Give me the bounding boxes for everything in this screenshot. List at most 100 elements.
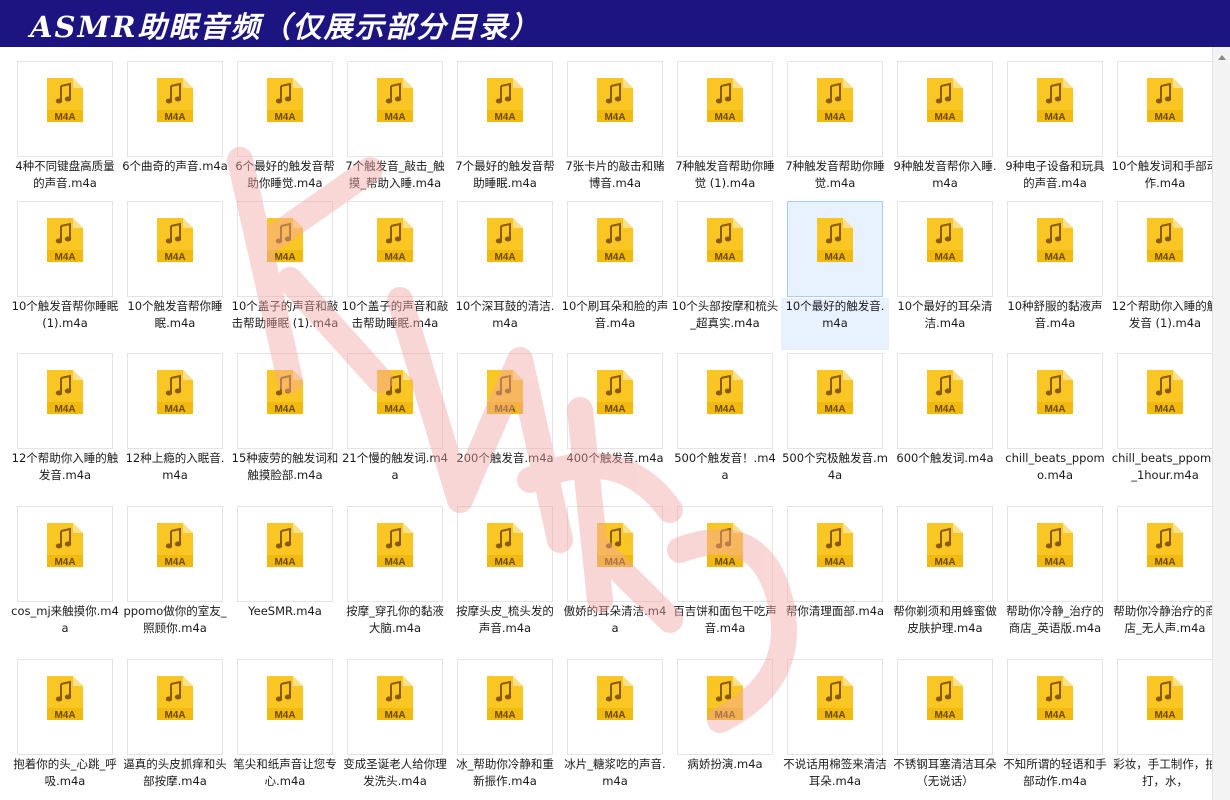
file-name[interactable]: 傲娇的耳朵清洁.m4a	[561, 603, 669, 655]
file-name[interactable]: 抱着你的头_心跳_呼吸.m4a	[11, 756, 119, 800]
file-item[interactable]: M4A 不知所谓的轻语和手部动作.m4a	[1003, 659, 1107, 800]
file-item[interactable]: M4A 帮助你冷静治疗的商店_无人声.m4a	[1113, 506, 1212, 656]
file-item[interactable]: M4A 400个触发音.m4a	[566, 353, 664, 503]
file-name[interactable]: 21个慢的触发词.m4a	[341, 450, 449, 502]
file-thumbnail[interactable]: M4A	[127, 201, 223, 297]
file-name[interactable]: 帮助你冷静_治疗的商店_英语版.m4a	[1001, 603, 1109, 655]
file-item[interactable]: M4A 10个头部按摩和梳头_超真实.m4a	[672, 201, 778, 351]
file-name[interactable]: 10个盖子的声音和敲击帮助睡眠.m4a	[341, 298, 449, 350]
file-thumbnail[interactable]: M4A	[1117, 659, 1212, 755]
file-name[interactable]: 按摩头皮_梳头发的声音.m4a	[451, 603, 559, 655]
file-thumbnail[interactable]: M4A	[127, 506, 223, 602]
file-name[interactable]: 不知所谓的轻语和手部动作.m4a	[1001, 756, 1109, 800]
file-item[interactable]: M4A 冰片_糖浆吃的声音.m4a	[564, 659, 666, 800]
file-thumbnail[interactable]: M4A	[457, 353, 553, 449]
file-item[interactable]: M4A 变成圣诞老人给你理发洗头.m4a	[343, 659, 447, 800]
file-name[interactable]: 逼真的头皮抓痒和头部按摩.m4a	[121, 756, 229, 800]
file-item[interactable]: M4A 不说话用棉签来清洁耳朵.m4a	[783, 659, 887, 800]
file-item[interactable]: M4A 笔尖和纸声音让您专心.m4a	[233, 659, 337, 800]
file-thumbnail[interactable]: M4A	[897, 506, 993, 602]
file-name[interactable]: 不说话用棉签来清洁耳朵.m4a	[781, 756, 889, 800]
file-thumbnail[interactable]: M4A	[1007, 659, 1103, 755]
file-item[interactable]: M4A 10个最好的耳朵清洁.m4a	[897, 201, 993, 351]
file-thumbnail[interactable]: M4A	[347, 506, 443, 602]
file-name[interactable]: 不锈钢耳塞清洁耳朵（无说话）	[891, 756, 999, 800]
file-thumbnail[interactable]: M4A	[897, 61, 993, 157]
file-thumbnail[interactable]: M4A	[677, 201, 773, 297]
file-thumbnail[interactable]: M4A	[17, 506, 113, 602]
file-name[interactable]: 500个究极触发音.m4a	[781, 450, 889, 502]
file-item[interactable]: M4A 9种电子设备和玩具的声音.m4a	[1005, 61, 1105, 211]
file-item[interactable]: M4A 7个最好的触发音帮助睡眠.m4a	[455, 61, 555, 211]
file-thumbnail[interactable]: M4A	[787, 353, 883, 449]
file-name[interactable]: 帮助你冷静治疗的商店_无人声.m4a	[1111, 603, 1212, 655]
file-name[interactable]: 笔尖和纸声音让您专心.m4a	[231, 756, 339, 800]
file-name[interactable]: 10个头部按摩和梳头_超真实.m4a	[671, 298, 779, 350]
file-thumbnail[interactable]: M4A	[677, 353, 773, 449]
file-name[interactable]: ppomo做你的室友_照顾你.m4a	[121, 603, 229, 655]
file-name[interactable]: 变成圣诞老人给你理发洗头.m4a	[341, 756, 449, 800]
file-name[interactable]: 10个盖子的声音和敲击帮助睡眠 (1).m4a	[231, 298, 339, 350]
file-grid[interactable]: M4A 4种不同键盘高质量的声音.m4a M4A 6个曲奇的声音.m4a M4A 6个最好…	[0, 47, 1212, 800]
file-item[interactable]: M4A 按摩头皮_梳头发的声音.m4a	[456, 506, 554, 656]
file-name[interactable]: 500个触发音！.m4a	[671, 450, 779, 502]
file-thumbnail[interactable]: M4A	[787, 659, 883, 755]
file-item[interactable]: M4A 21个慢的触发词.m4a	[342, 353, 448, 503]
file-thumbnail[interactable]: M4A	[17, 353, 113, 449]
file-name[interactable]: 15种疲劳的触发词和触摸脸部.m4a	[231, 450, 339, 502]
file-item[interactable]: M4A 逼真的头皮抓痒和头部按摩.m4a	[123, 659, 227, 800]
file-item[interactable]: M4A 10个最好的触发音.m4a	[781, 201, 889, 351]
file-thumbnail[interactable]: M4A	[1007, 201, 1103, 297]
file-name[interactable]: 10个触发音帮你睡眠 (1).m4a	[11, 298, 119, 350]
file-thumbnail[interactable]: M4A	[17, 201, 113, 297]
file-item[interactable]: M4A 7种触发音帮助你睡觉.m4a	[785, 61, 885, 211]
file-item[interactable]: M4A 200个触发音.m4a	[456, 353, 554, 503]
file-thumbnail[interactable]: M4A	[787, 201, 883, 297]
file-name[interactable]: 12种上瘾的入眠音.m4a	[121, 450, 229, 502]
file-name[interactable]: 10个最好的耳朵清洁.m4a	[891, 298, 999, 350]
file-thumbnail[interactable]: M4A	[1117, 201, 1212, 297]
file-item[interactable]: M4A 6个曲奇的声音.m4a	[122, 61, 228, 211]
file-name[interactable]: chill_beats_ppomo_1hour.m4a	[1111, 450, 1212, 502]
file-name[interactable]: 10个触发音帮你睡眠.m4a	[121, 298, 229, 350]
file-item[interactable]: M4A YeeSMR.m4a	[237, 506, 333, 656]
file-name[interactable]: 按摩_穿孔你的黏液大脑.m4a	[341, 603, 449, 655]
file-name[interactable]: 10种舒服的黏液声音.m4a	[1001, 298, 1109, 350]
file-thumbnail[interactable]: M4A	[1117, 506, 1212, 602]
file-thumbnail[interactable]: M4A	[457, 659, 553, 755]
file-name[interactable]: 600个触发词.m4a	[891, 450, 999, 502]
file-name[interactable]: 400个触发音.m4a	[561, 450, 669, 502]
file-item[interactable]: M4A 600个触发词.m4a	[896, 353, 994, 503]
file-thumbnail[interactable]: M4A	[677, 506, 773, 602]
file-thumbnail[interactable]: M4A	[567, 353, 663, 449]
file-name[interactable]: 冰_帮助你冷静和重新振作.m4a	[451, 756, 559, 800]
file-item[interactable]: M4A 不锈钢耳塞清洁耳朵（无说话）	[893, 659, 997, 800]
file-item[interactable]: M4A 7种触发音帮助你睡觉 (1).m4a	[675, 61, 775, 211]
file-name[interactable]: YeeSMR.m4a	[231, 603, 339, 655]
file-item[interactable]: M4A chill_beats_ppomo.m4a	[1005, 353, 1105, 503]
file-thumbnail[interactable]: M4A	[237, 506, 333, 602]
file-item[interactable]: M4A 15种疲劳的触发词和触摸脸部.m4a	[232, 353, 338, 503]
file-thumbnail[interactable]: M4A	[567, 659, 663, 755]
scroll-up-arrow-icon[interactable]	[1213, 51, 1230, 65]
file-name[interactable]: chill_beats_ppomo.m4a	[1001, 450, 1109, 502]
file-item[interactable]: M4A 帮你剃须和用蜂蜜做皮肤护理.m4a	[893, 506, 997, 656]
file-thumbnail[interactable]: M4A	[1007, 506, 1103, 602]
file-thumbnail[interactable]: M4A	[677, 61, 773, 157]
file-item[interactable]: M4A chill_beats_ppomo_1hour.m4a	[1112, 353, 1212, 503]
file-item[interactable]: M4A 10个触发音帮你睡眠.m4a	[127, 201, 223, 351]
file-item[interactable]: M4A 彩妆，手工制作，拍打，水，	[1113, 659, 1212, 800]
file-thumbnail[interactable]: M4A	[237, 659, 333, 755]
file-thumbnail[interactable]: M4A	[1117, 61, 1212, 157]
file-item[interactable]: M4A 10个深耳鼓的清洁.m4a	[456, 201, 554, 351]
file-name[interactable]: 10个深耳鼓的清洁.m4a	[451, 298, 559, 350]
file-name[interactable]: 12个帮助你入睡的触发音.m4a	[11, 450, 119, 502]
file-item[interactable]: M4A 500个触发音！.m4a	[674, 353, 776, 503]
file-item[interactable]: M4A 冰_帮助你冷静和重新振作.m4a	[456, 659, 554, 800]
file-name[interactable]: 病娇扮演.m4a	[671, 756, 779, 800]
file-item[interactable]: M4A 百吉饼和面包干吃声音.m4a	[673, 506, 777, 656]
file-thumbnail[interactable]: M4A	[897, 201, 993, 297]
file-item[interactable]: M4A 7张卡片的敲击和赌博音.m4a	[565, 61, 665, 211]
file-thumbnail[interactable]: M4A	[787, 61, 883, 157]
file-thumbnail[interactable]: M4A	[237, 61, 333, 157]
